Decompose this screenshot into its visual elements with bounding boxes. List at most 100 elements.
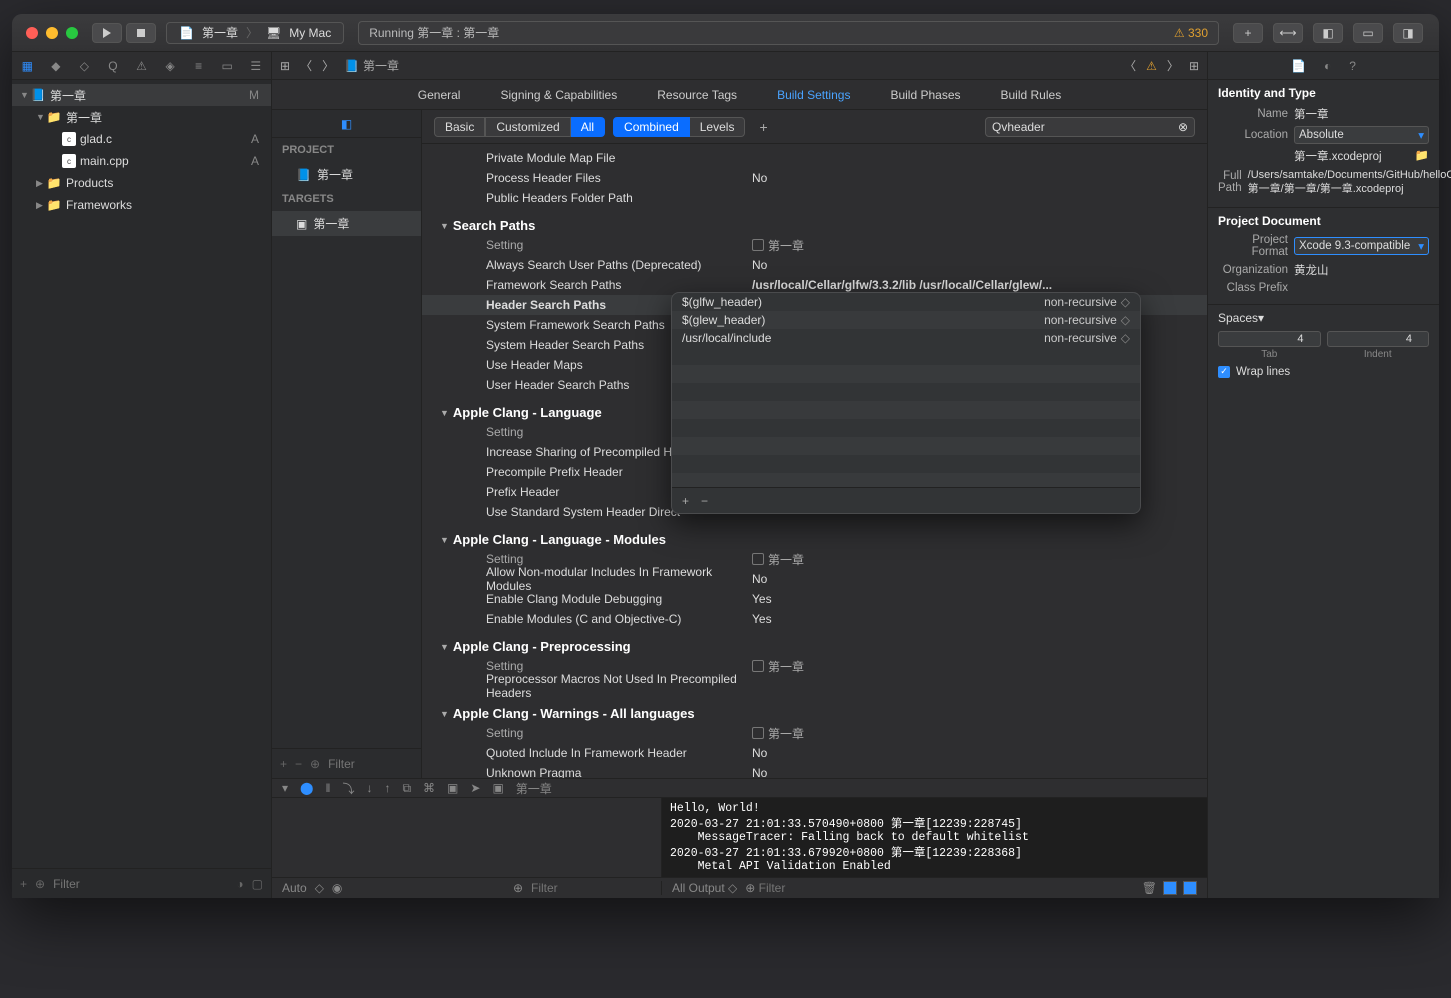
console-filter-input[interactable] [759,881,879,895]
debug-view-icon[interactable]: ⧉ [402,781,411,796]
recent-icon[interactable]: ◑ [236,877,243,891]
scheme-selector[interactable]: 📄 第一章 〉 🖥 My Mac [166,22,344,44]
back-icon[interactable]: 〈 [300,57,312,74]
tab-width-input[interactable] [1218,331,1321,347]
hide-debug-icon[interactable]: ▾ [282,781,288,795]
folder-1[interactable]: ▼📁 第一章 [12,106,271,128]
scm-icon[interactable]: ▢ [252,877,263,891]
toggle-left-panel[interactable]: ◧ [1313,23,1343,43]
source-control-icon[interactable]: ◆ [49,58,64,74]
target-item[interactable]: ▣第一章 [272,211,421,236]
scope-combined[interactable]: Combined [613,117,690,137]
file-main[interactable]: c main.cpp A [12,150,271,172]
settings-search-input[interactable] [1007,120,1178,134]
scope-customized[interactable]: Customized [485,117,570,137]
breadcrumb[interactable]: 📘 第一章 [344,57,399,74]
prev-issue-icon[interactable]: 〈 [1124,57,1136,74]
scope-levels[interactable]: Levels [690,117,746,137]
scm-status: M [249,88,263,102]
tab-general[interactable]: General [418,88,461,102]
warning-count[interactable]: ⚠ 330 [1174,26,1208,40]
debug-navigator-icon[interactable]: ≡ [191,58,206,74]
section-clang-warn[interactable]: ▼Apple Clang - Warnings - All languages [422,696,1207,723]
vars-filter-input[interactable] [531,881,651,895]
section-clang-modules[interactable]: ▼Apple Clang - Language - Modules [422,522,1207,549]
add-setting-icon[interactable]: + [753,119,773,135]
run-button[interactable] [92,23,122,43]
scope-all[interactable]: All [571,117,605,137]
warn-icon[interactable]: ⚠ [1146,59,1157,73]
indent-using-select[interactable]: Spaces▾ [1218,311,1429,325]
find-navigator-icon[interactable]: Q [106,58,121,74]
project-root[interactable]: ▼📘 第一章 M [12,84,271,106]
stop-button[interactable] [126,23,156,43]
tab-resource[interactable]: Resource Tags [657,88,737,102]
show-console-icon[interactable] [1183,881,1197,895]
trash-icon[interactable]: 🗑 [1142,881,1157,895]
forward-icon[interactable]: 〉 [322,57,334,74]
close-window[interactable] [26,27,38,39]
memory-graph-icon[interactable]: ⌘ [423,781,435,795]
auto-scope-label[interactable]: Auto [282,881,307,895]
output-scope-label[interactable]: All Output [672,881,725,895]
step-over-icon[interactable]: ⤵ [342,780,354,797]
eye-icon[interactable]: ◉ [332,881,342,895]
folder-products[interactable]: ▶📁 Products [12,172,271,194]
step-into-icon[interactable]: ↓ [366,781,372,795]
remove-path-icon[interactable]: − [701,494,708,508]
minimize-window[interactable] [46,27,58,39]
tab-signing[interactable]: Signing & Capabilities [500,88,617,102]
sidebar-toggle-icon[interactable]: ◧ [272,110,421,138]
step-out-icon[interactable]: ↑ [384,781,390,795]
file-glad[interactable]: c glad.c A [12,128,271,150]
history-inspector-icon[interactable]: ◐ [1324,59,1331,73]
scope-basic[interactable]: Basic [434,117,485,137]
help-inspector-icon[interactable]: ? [1349,59,1356,73]
wrap-lines-checkbox[interactable]: ✓Wrap lines [1218,366,1429,378]
show-vars-icon[interactable] [1163,881,1177,895]
toggle-bottom-panel[interactable]: ▭ [1353,23,1383,43]
report-navigator-icon[interactable]: ☰ [249,58,264,74]
location-select[interactable]: Absolute▾ [1294,126,1429,144]
clear-search-icon[interactable]: ⊗ [1178,120,1188,134]
add-button[interactable]: + [1233,23,1263,43]
folder-icon[interactable]: 📁 [1415,148,1429,164]
section-clang-pre[interactable]: ▼Apple Clang - Preprocessing [422,629,1207,656]
tab-build-phases[interactable]: Build Phases [890,88,960,102]
tab-build-rules[interactable]: Build Rules [1001,88,1062,102]
test-navigator-icon[interactable]: ◈ [163,58,178,74]
issue-navigator-icon[interactable]: ⚠ [134,58,149,74]
add-path-icon[interactable]: + [682,494,689,508]
navigator-filter-input[interactable] [53,877,228,891]
tab-build-settings[interactable]: Build Settings [777,88,850,102]
assistant-icon[interactable]: ⊞ [1189,59,1199,73]
project-format-select[interactable]: Xcode 9.3-compatible▾ [1294,237,1429,255]
add-file-icon[interactable]: + [20,877,27,891]
breakpoint-navigator-icon[interactable]: ▭ [220,58,235,74]
location-icon[interactable]: ➤ [470,781,480,795]
next-issue-icon[interactable]: 〉 [1167,57,1179,74]
zoom-window[interactable] [66,27,78,39]
search-path-row[interactable]: $(glew_header)non-recursive◇ [672,311,1140,329]
process-label[interactable]: 第一章 [516,780,552,797]
project-navigator-icon[interactable]: ▦ [20,58,35,74]
file-inspector-icon[interactable]: 📄 [1291,59,1306,73]
pause-icon[interactable]: ‖ [325,781,330,795]
code-review-button[interactable]: ⟷ [1273,23,1303,43]
setting-value[interactable]: No [752,171,1207,185]
project-item[interactable]: 📘第一章 [272,162,421,187]
search-path-row[interactable]: $(glfw_header)non-recursive◇ [672,293,1140,311]
name-value[interactable]: 第一章 [1294,106,1429,122]
folder-frameworks[interactable]: ▶📁 Frameworks [12,194,271,216]
organization-value[interactable]: 黄龙山 [1294,262,1429,278]
indent-width-input[interactable] [1327,331,1430,347]
remove-target-icon[interactable]: − [295,757,302,771]
environment-icon[interactable]: ▣ [447,781,458,795]
symbol-navigator-icon[interactable]: ◇ [77,58,92,74]
related-items-icon[interactable]: ⊞ [280,59,290,73]
search-path-row[interactable]: /usr/local/includenon-recursive◇ [672,329,1140,347]
add-target-icon[interactable]: + [280,757,287,771]
section-search-paths[interactable]: ▼Search Paths [422,208,1207,235]
toggle-right-panel[interactable]: ◨ [1393,23,1423,43]
breakpoints-icon[interactable]: ⬤ [300,781,313,795]
